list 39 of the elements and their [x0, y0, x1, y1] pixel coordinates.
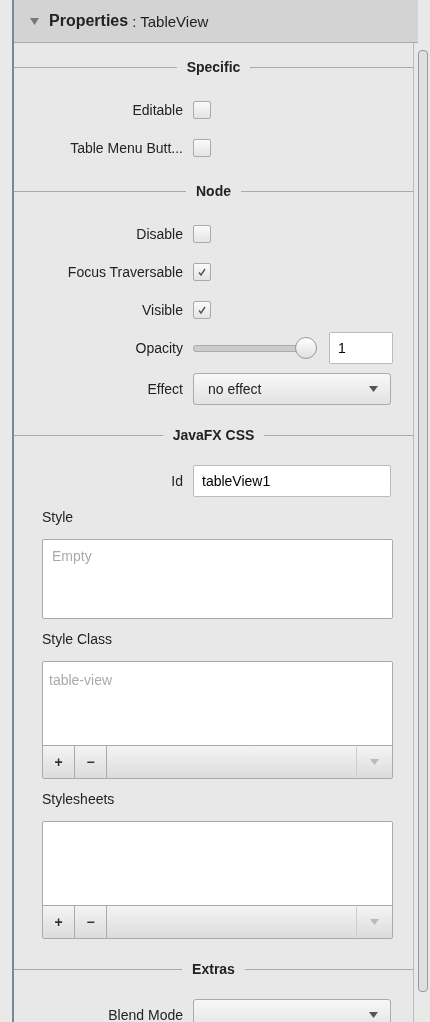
check-icon: [197, 267, 207, 277]
style-field[interactable]: Empty: [42, 539, 393, 619]
property-label: Stylesheets: [42, 791, 116, 809]
property-label: Id: [170, 473, 183, 489]
section-title: JavaFX CSS: [172, 427, 255, 443]
checkbox[interactable]: [193, 225, 211, 243]
property-label: Effect: [146, 381, 183, 397]
panel-subject: : TableView: [132, 12, 209, 30]
opacity-field[interactable]: 1: [329, 332, 393, 364]
section-title: Extras: [192, 961, 235, 977]
property-label: Opacity: [134, 340, 183, 356]
property-label: Table Menu Butt...: [69, 140, 183, 156]
panel-title: Properties: [49, 12, 129, 30]
dropdown-caret-icon: [369, 1012, 378, 1018]
list-box[interactable]: + −: [42, 821, 393, 939]
collapse-triangle-icon[interactable]: [30, 17, 39, 25]
property-label: Visible: [141, 302, 183, 318]
property-label: Blend Mode: [107, 1007, 183, 1022]
opacity-slider[interactable]: [193, 337, 317, 359]
dropdown-caret-icon: [369, 386, 378, 392]
list-placeholder: table-view: [49, 672, 113, 688]
list-box[interactable]: table-view + −: [42, 661, 393, 779]
check-icon: [197, 305, 207, 315]
property-label: Style: [42, 509, 75, 527]
property-label: Focus Traversable: [66, 264, 183, 280]
checkbox[interactable]: [193, 139, 211, 157]
id-field[interactable]: tableView1: [193, 465, 391, 497]
panel-header[interactable]: Properties : TableView: [14, 0, 418, 43]
dropdown[interactable]: [193, 999, 391, 1022]
checkbox[interactable]: [193, 263, 211, 281]
checkbox[interactable]: [193, 301, 211, 319]
checkbox[interactable]: [193, 101, 211, 119]
property-label: Editable: [131, 102, 183, 118]
section-title: Specific: [186, 59, 241, 75]
section-title: Node: [196, 183, 231, 199]
dropdown[interactable]: no effect: [193, 373, 391, 405]
property-label: Disable: [135, 226, 183, 242]
slider-thumb[interactable]: [295, 337, 317, 359]
property-label: Style Class: [42, 631, 114, 649]
